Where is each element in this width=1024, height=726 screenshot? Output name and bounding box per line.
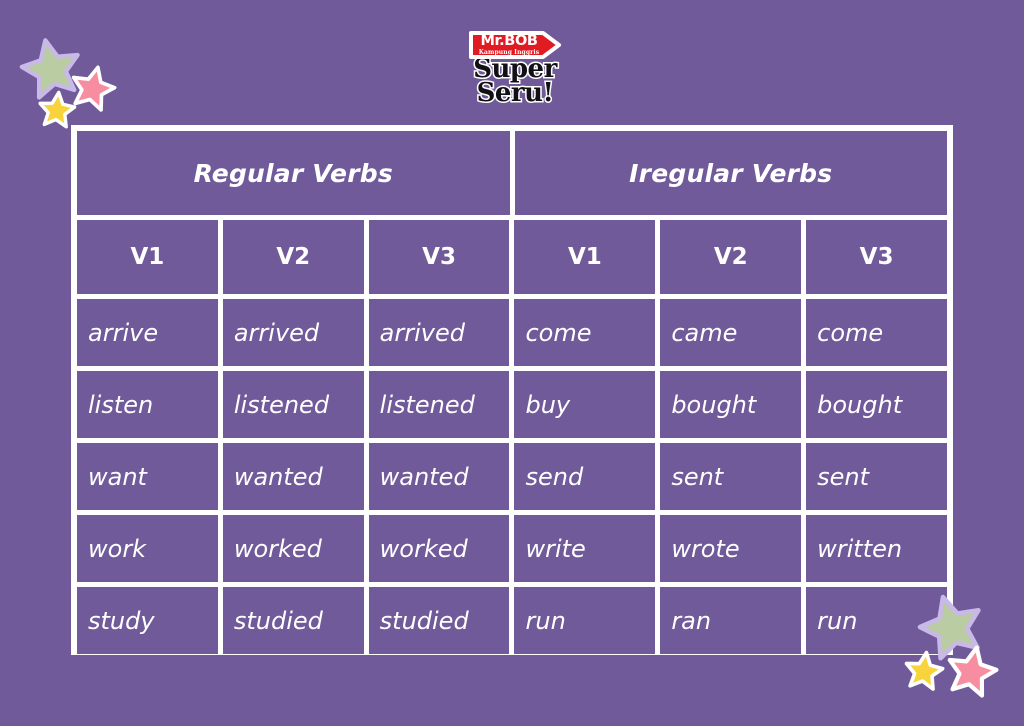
cell-irregular-v3: come	[806, 299, 947, 366]
group-header-regular-verbs: Regular Verbs	[77, 131, 510, 215]
cell-irregular-v1: buy	[514, 371, 656, 438]
column-header-irregular-v2: V2	[660, 220, 802, 294]
column-header-regular-v2: V2	[222, 220, 364, 294]
table-row: study studied studied run ran run	[77, 587, 947, 654]
column-header-irregular-v1: V1	[514, 220, 656, 294]
cell-regular-v2: wanted	[222, 443, 364, 510]
cell-regular-v1: study	[77, 587, 218, 654]
logo-tagline-text: Kampung Inggris	[478, 48, 540, 56]
table-row: arrive arrived arrived come came come	[77, 299, 947, 366]
cell-irregular-v2: came	[660, 299, 802, 366]
star-cluster-top-left	[14, 28, 134, 138]
cell-irregular-v1: come	[514, 299, 656, 366]
cell-irregular-v3: bought	[806, 371, 947, 438]
cell-regular-v2: arrived	[222, 299, 364, 366]
cell-irregular-v3: run	[806, 587, 947, 654]
cell-regular-v2: worked	[222, 515, 364, 582]
column-header-regular-v1: V1	[77, 220, 218, 294]
cell-regular-v1: arrive	[77, 299, 218, 366]
cell-regular-v2: studied	[222, 587, 364, 654]
table-column-header-row: V1 V2 V3 V1 V2 V3	[77, 220, 947, 294]
cell-irregular-v2: ran	[660, 587, 802, 654]
column-header-irregular-v3: V3	[806, 220, 947, 294]
cell-regular-v3: worked	[368, 515, 510, 582]
logo-title: Super Seru!	[455, 55, 575, 108]
logo-banner: Mr.BOB Kampung Inggris	[467, 30, 563, 60]
brand-logo: Mr.BOB Kampung Inggris Super Seru!	[455, 30, 575, 122]
cell-regular-v1: listen	[77, 371, 218, 438]
cell-regular-v3: arrived	[368, 299, 510, 366]
cell-regular-v3: studied	[368, 587, 510, 654]
column-header-regular-v3: V3	[368, 220, 510, 294]
logo-brand-text: Mr.BOB	[480, 33, 538, 50]
table-row: work worked worked write wrote written	[77, 515, 947, 582]
verb-forms-table: Regular Verbs Iregular Verbs V1 V2 V3 V1…	[71, 125, 953, 655]
cell-regular-v1: want	[77, 443, 218, 510]
cell-regular-v3: listened	[368, 371, 510, 438]
star-green-large-icon	[19, 38, 80, 100]
cell-irregular-v2: bought	[660, 371, 802, 438]
table-row: listen listened listened buy bought boug…	[77, 371, 947, 438]
cell-regular-v1: work	[77, 515, 218, 582]
cell-irregular-v2: sent	[660, 443, 802, 510]
cell-irregular-v2: wrote	[660, 515, 802, 582]
cell-regular-v3: wanted	[368, 443, 510, 510]
cell-irregular-v1: write	[514, 515, 656, 582]
group-header-irregular-verbs: Iregular Verbs	[514, 131, 947, 215]
cell-irregular-v3: sent	[806, 443, 947, 510]
star-pink-medium-icon	[71, 65, 117, 112]
cell-irregular-v1: run	[514, 587, 656, 654]
table-row: want wanted wanted send sent sent	[77, 443, 947, 510]
star-yellow-small-icon	[38, 90, 77, 129]
cell-irregular-v1: send	[514, 443, 656, 510]
table-group-header-row: Regular Verbs Iregular Verbs	[77, 131, 947, 215]
logo-title-line2: Seru!	[475, 77, 555, 108]
cell-irregular-v3: written	[806, 515, 947, 582]
cell-regular-v2: listened	[222, 371, 364, 438]
